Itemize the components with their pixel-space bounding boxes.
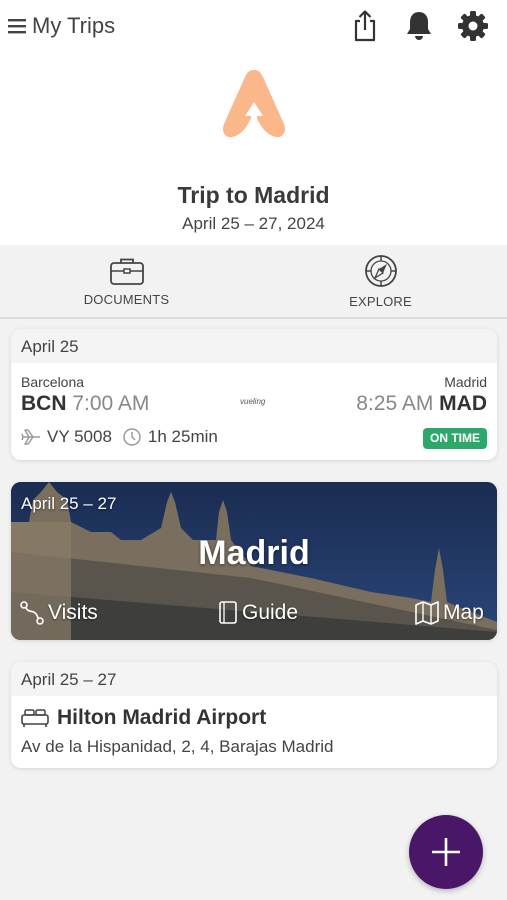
hotel-dates: April 25 – 27: [11, 662, 497, 696]
briefcase-icon: [109, 258, 144, 285]
guide-label: Guide: [242, 601, 299, 624]
departure: BCN 7:00 AM: [21, 392, 149, 416]
tab-explore[interactable]: EXPLORE: [254, 245, 507, 317]
tab-explore-label: EXPLORE: [349, 293, 412, 309]
my-trips-menu-button[interactable]: My Trips: [8, 10, 115, 42]
destination-card[interactable]: April 25 – 27 Madrid Visits Guide Map: [11, 482, 497, 640]
share-button[interactable]: [348, 8, 382, 44]
origin-city: Barcelona: [21, 374, 85, 390]
flight-number: VY 5008: [47, 427, 112, 446]
tab-documents[interactable]: DOCUMENTS: [0, 245, 253, 317]
departure-time: 7:00 AM: [72, 392, 150, 415]
top-bar: My Trips: [0, 0, 507, 52]
app-logo-icon: [222, 70, 286, 138]
trip-title: Trip to Madrid: [177, 182, 330, 208]
book-icon: [219, 601, 237, 624]
route-icon: [20, 601, 44, 625]
destination-city: Madrid: [444, 374, 487, 390]
my-trips-label: My Trips: [32, 13, 116, 38]
plus-icon: [432, 838, 460, 866]
destination-code: MAD: [439, 392, 487, 415]
notifications-button[interactable]: [402, 8, 436, 44]
flight-meta: VY 5008 1h 25min: [21, 427, 218, 447]
hotel-name: Hilton Madrid Airport: [57, 706, 267, 729]
flight-card[interactable]: April 25 Barcelona BCN 7:00 AM vueling M…: [11, 329, 497, 460]
hamburger-icon: [8, 19, 26, 34]
plane-icon: [21, 429, 40, 445]
map-label: Map: [443, 601, 484, 624]
trip-tabs: DOCUMENTS EXPLORE: [0, 245, 507, 319]
origin-code: BCN: [21, 392, 67, 415]
map-icon: [415, 601, 439, 625]
arrival: 8:25 AM MAD: [356, 392, 487, 416]
hotel-card[interactable]: April 25 – 27 Hilton Madrid Airport Av d…: [11, 662, 497, 768]
hotel-address: Av de la Hispanidad, 2, 4, Barajas Madri…: [21, 737, 334, 756]
status-badge: ON TIME: [423, 428, 487, 449]
hotel-title: Hilton Madrid Airport: [21, 706, 266, 730]
clock-icon: [123, 428, 141, 446]
arrival-time: 8:25 AM: [356, 392, 434, 415]
visits-button[interactable]: Visits: [19, 598, 98, 628]
bed-icon: [21, 709, 49, 727]
settings-button[interactable]: [456, 8, 490, 44]
map-button[interactable]: Map: [414, 598, 484, 628]
guide-button[interactable]: Guide: [217, 598, 298, 628]
airline-logo: vueling: [240, 397, 266, 406]
tab-documents-label: DOCUMENTS: [83, 291, 170, 307]
destination-dates: April 25 – 27: [21, 494, 117, 513]
bell-icon: [407, 12, 431, 40]
destination-name: Madrid: [198, 534, 310, 572]
trip-dates: April 25 – 27, 2024: [182, 214, 325, 233]
flight-date: April 25: [11, 329, 497, 363]
trip-header: My Trips Trip to Madrid April 25 – 27, 2…: [0, 0, 507, 245]
share-icon: [354, 10, 376, 42]
flight-duration: 1h 25min: [147, 427, 218, 446]
visits-label: Visits: [48, 601, 98, 624]
compass-icon: [364, 254, 397, 287]
gear-icon: [458, 11, 488, 41]
add-button[interactable]: [409, 815, 483, 889]
